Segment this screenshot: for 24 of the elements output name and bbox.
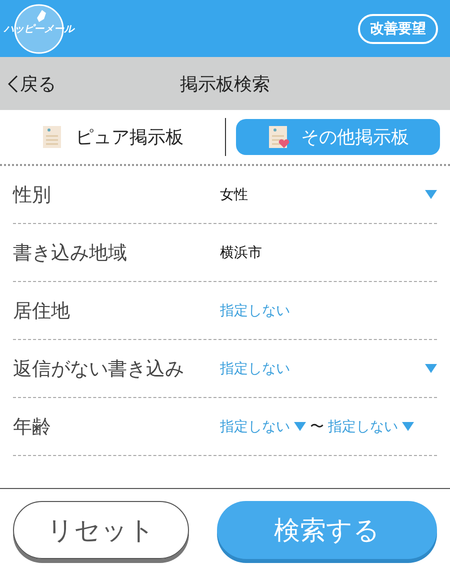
field-label: 年齢 (13, 414, 52, 440)
page-title: 掲示板検索 (180, 72, 270, 96)
range-separator: 〜 (310, 418, 324, 436)
field-label: 書き込み地域 (13, 240, 128, 266)
back-button[interactable]: 戻る (8, 72, 56, 96)
field-label: 返信がない書き込み (13, 356, 185, 382)
dropdown-arrow-icon (402, 422, 414, 431)
field-value[interactable]: 女性 (220, 186, 248, 204)
dropdown-arrow-icon (425, 364, 437, 373)
memo-heart-icon (266, 125, 291, 149)
feedback-button[interactable]: 改善要望 (358, 14, 438, 44)
board-tab[interactable]: その他掲示板 (236, 119, 440, 155)
field-label: 居住地 (13, 298, 71, 324)
search-button[interactable]: 検索する (217, 501, 437, 559)
field-value[interactable]: 指定しない (220, 360, 290, 378)
field-value[interactable]: 指定しない (220, 418, 290, 436)
field-value[interactable]: 横浜市 (220, 244, 262, 262)
dropdown-arrow-icon (294, 422, 306, 431)
dropdown-arrow-icon (425, 190, 437, 199)
field-label: 性別 (13, 182, 52, 208)
field-value[interactable]: 指定しない (328, 418, 398, 436)
chevron-left-icon (8, 74, 18, 92)
board-tab[interactable]: ピュア掲示板 (10, 119, 214, 155)
field-value[interactable]: 指定しない (220, 302, 290, 320)
